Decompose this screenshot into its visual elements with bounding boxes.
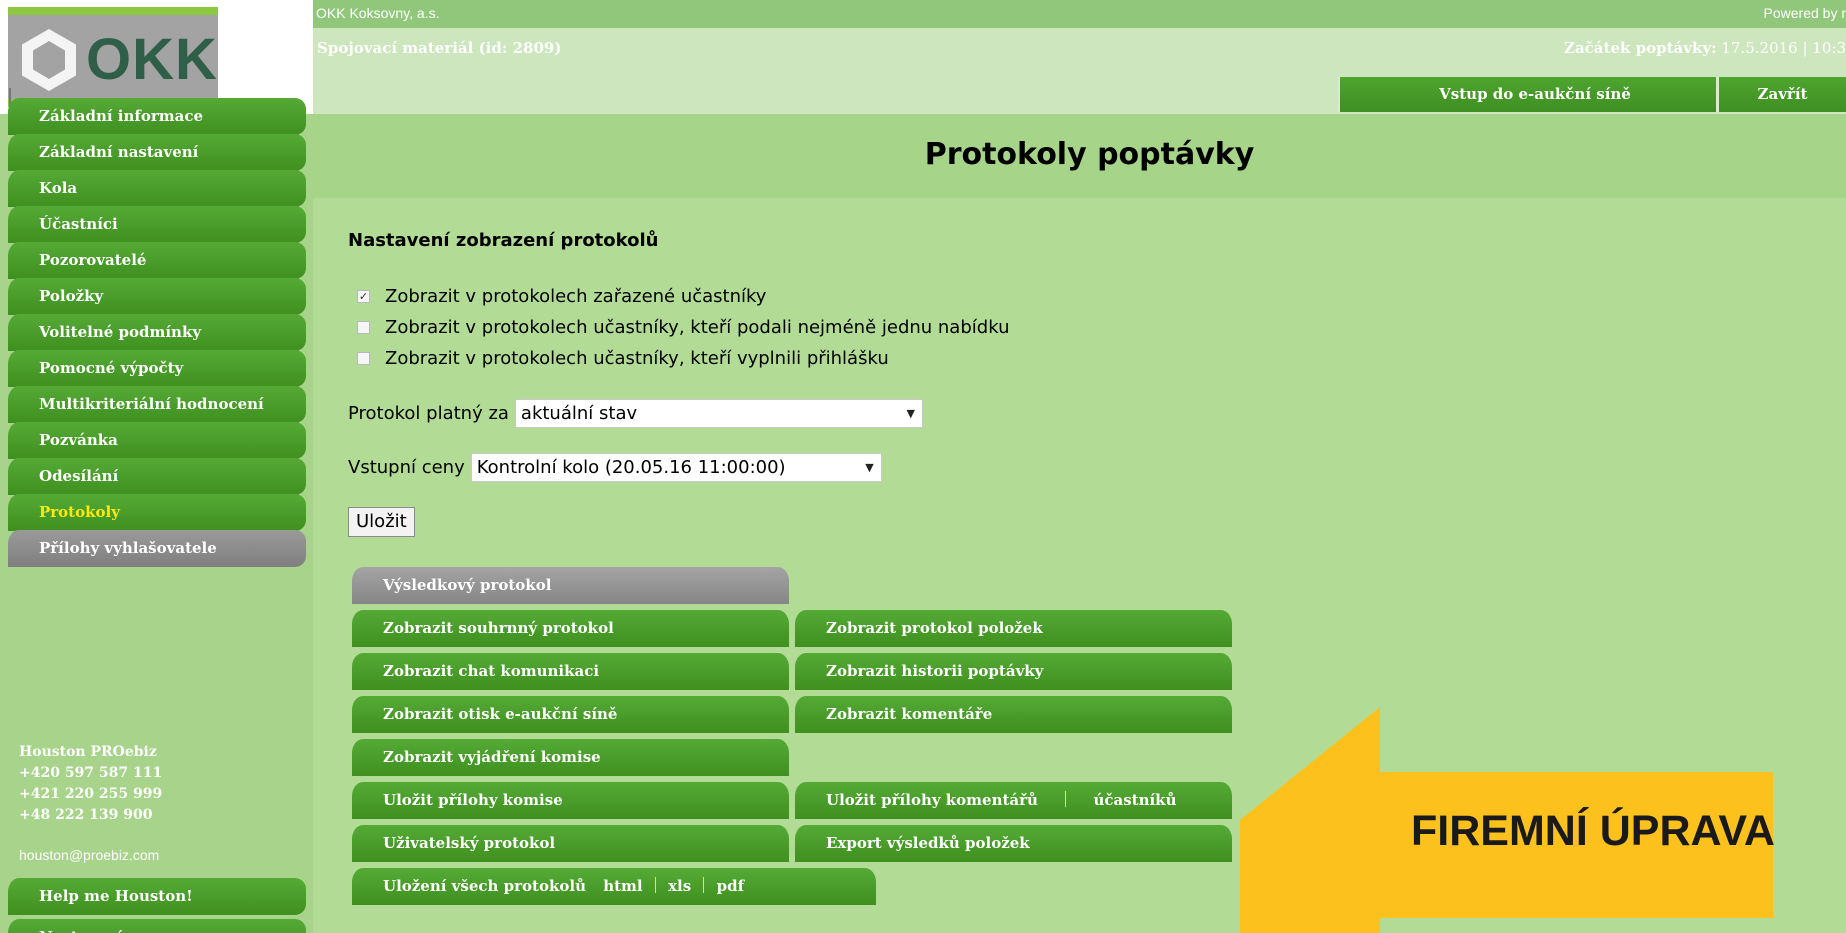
close-button[interactable]: Zavřít — [1716, 77, 1846, 112]
participants-attachments-link[interactable]: účastníků — [1093, 791, 1176, 809]
checkbox-unchecked-icon[interactable] — [357, 352, 370, 365]
save-all-xls-link[interactable]: xls — [668, 877, 691, 895]
show-auction-print-button[interactable]: Zobrazit otisk e-aukční síně — [352, 696, 789, 733]
valid-for-select[interactable]: aktuální stav ▼ — [514, 399, 923, 428]
save-comment-attachments-link[interactable]: Uložit přílohy komentářů — [826, 791, 1038, 809]
contact-name: Houston PROebiz — [19, 744, 157, 760]
start-label: Začátek poptávky: — [1564, 39, 1717, 57]
input-prices-select[interactable]: Kontrolní kolo (20.05.16 11:00:00) ▼ — [470, 453, 882, 482]
promo-text: FIREMNÍ ÚPRAVA — [1411, 807, 1775, 855]
sidebar-item-settings[interactable]: Nastavení — [8, 919, 306, 933]
sidebar-item-basic-settings[interactable]: Základní nastavení — [8, 134, 306, 171]
company-logo[interactable]: OKK — [8, 7, 218, 107]
checkbox-unchecked-icon[interactable] — [357, 321, 370, 334]
input-prices-row: Vstupní ceny Kontrolní kolo (20.05.16 11… — [348, 453, 882, 482]
powered-by[interactable]: Powered by r — [1764, 5, 1846, 21]
dropdown-arrow-icon: ▼ — [906, 407, 915, 420]
sidebar-item-sending[interactable]: Odesílání — [8, 458, 306, 495]
save-all-protocols-group: Uložení všech protokolů html xls pdf — [352, 868, 876, 905]
valid-for-row: Protokol platný za aktuální stav ▼ — [348, 399, 923, 428]
dropdown-arrow-icon: ▼ — [865, 461, 874, 474]
show-items-protocol-button[interactable]: Zobrazit protokol položek — [795, 610, 1232, 647]
valid-for-value: aktuální stav — [520, 403, 638, 424]
contact-email[interactable]: houston@proebiz.com — [19, 847, 159, 863]
show-committee-statement-button[interactable]: Zobrazit vyjádření komise — [352, 739, 789, 776]
top-bar: OKK Koksovny, a.s. Powered by r — [313, 0, 1846, 28]
contact-phone-cz: +420 597 587 111 — [19, 765, 163, 781]
page-title: Protokoly poptávky — [924, 137, 1255, 172]
separator — [654, 877, 656, 893]
checkbox-row-bidders: Zobrazit v protokolech učastníky, kteří … — [357, 317, 1009, 338]
tender-info-bar: Spojovací materiál (id: 2809) Začátek po… — [313, 28, 1846, 77]
tender-title: Spojovací materiál (id: 2809) — [317, 39, 562, 57]
checkbox-row-assigned: ✓ Zobrazit v protokolech zařazené učastn… — [357, 286, 766, 307]
save-all-protocols-label: Uložení všech protokolů — [383, 877, 586, 895]
sidebar-item-items[interactable]: Položky — [8, 278, 306, 315]
separator — [703, 877, 705, 893]
start-value: 17.5.2016 | 10:3 — [1716, 39, 1846, 57]
checkbox-label: Zobrazit v protokolech učastníky, kteří … — [385, 348, 889, 369]
sidebar-item-invitation[interactable]: Pozvánka — [8, 422, 306, 459]
logo-stripe-top — [8, 7, 218, 15]
save-all-pdf-link[interactable]: pdf — [717, 877, 744, 895]
valid-for-label: Protokol platný za — [348, 403, 509, 424]
checkbox-checked-icon[interactable]: ✓ — [357, 290, 370, 303]
sidebar-item-optional-conditions[interactable]: Volitelné podmínky — [8, 314, 306, 351]
enter-auction-button[interactable]: Vstup do e-aukční síně — [1338, 77, 1730, 112]
sidebar-item-basic-info[interactable]: Základní informace — [8, 98, 306, 135]
checkbox-label: Zobrazit v protokolech učastníky, kteří … — [385, 317, 1010, 338]
help-button[interactable]: Help me Houston! — [8, 878, 306, 915]
checkbox-label: Zobrazit v protokolech zařazené učastník… — [385, 286, 767, 307]
sidebar: Základní informace Základní nastavení Ko… — [0, 98, 313, 933]
sidebar-item-multicriteria[interactable]: Multikriteriální hodnocení — [8, 386, 306, 423]
input-prices-value: Kontrolní kolo (20.05.16 11:00:00) — [476, 457, 786, 478]
show-comments-button[interactable]: Zobrazit komentáře — [795, 696, 1232, 733]
logo-text: OKK — [86, 27, 218, 92]
sidebar-item-announcer-attachments[interactable]: Přílohy vyhlašovatele — [8, 530, 306, 567]
contact-info: Houston PROebiz +420 597 587 111 +421 22… — [19, 742, 162, 826]
tender-start-date: Začátek poptávky: 17.5.2016 | 10:3 — [1564, 39, 1846, 57]
export-item-results-button[interactable]: Export výsledků položek — [795, 825, 1232, 862]
checkbox-row-registered: Zobrazit v protokolech učastníky, kteří … — [357, 348, 889, 369]
contact-phone-pl: +48 222 139 900 — [19, 807, 153, 823]
input-prices-label: Vstupní ceny — [348, 457, 465, 478]
show-history-button[interactable]: Zobrazit historii poptávky — [795, 653, 1232, 690]
promo-arrow-callout: FIREMNÍ ÚPRAVA — [1240, 707, 1846, 933]
company-name: OKK Koksovny, a.s. — [316, 5, 440, 21]
save-button[interactable]: Uložit — [348, 507, 415, 537]
logo-area: OKK — [0, 0, 313, 114]
contact-phone-sk: +421 220 255 999 — [19, 786, 163, 802]
show-chat-button[interactable]: Zobrazit chat komunikaci — [352, 653, 789, 690]
sidebar-item-observers[interactable]: Pozorovatelé — [8, 242, 306, 279]
sidebar-item-helper-calculations[interactable]: Pomocné výpočty — [8, 350, 306, 387]
save-committee-attachments-button[interactable]: Uložit přílohy komise — [352, 782, 789, 819]
main-content: Protokoly poptávky Nastavení zobrazení p… — [313, 114, 1846, 933]
save-all-html-link[interactable]: html — [603, 877, 642, 895]
user-protocol-button[interactable]: Uživatelský protokol — [352, 825, 789, 862]
sidebar-item-protocols[interactable]: Protokoly — [8, 494, 306, 531]
result-protocol-button[interactable]: Výsledkový protokol — [352, 567, 789, 604]
separator — [1065, 791, 1067, 807]
title-band: Protokoly poptávky — [313, 114, 1846, 198]
sidebar-item-rounds[interactable]: Kola — [8, 170, 306, 207]
sidebar-item-participants[interactable]: Účastníci — [8, 206, 306, 243]
show-summary-protocol-button[interactable]: Zobrazit souhrnný protokol — [352, 610, 789, 647]
save-attachments-group: Uložit přílohy komentářů účastníků — [795, 782, 1232, 819]
settings-title: Nastavení zobrazení protokolů — [348, 230, 659, 251]
action-bar: Vstup do e-aukční síně Zavřít — [313, 77, 1846, 114]
